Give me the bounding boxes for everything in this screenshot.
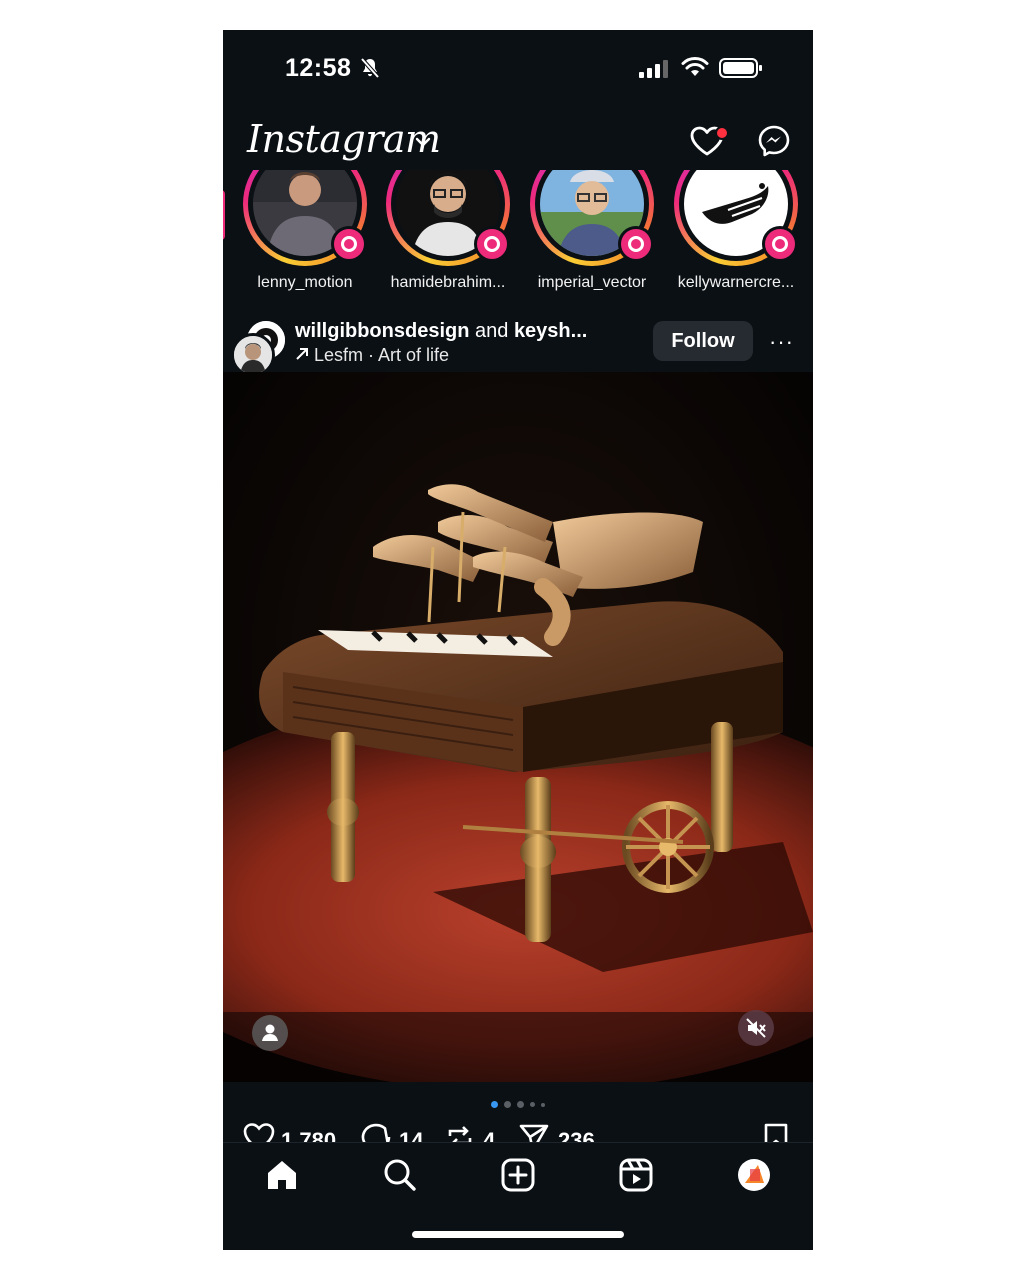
user-tag-icon[interactable]	[252, 1015, 288, 1051]
carousel-dot-active	[491, 1101, 498, 1109]
phone-screen: 12:58 Instagram lenny_motion hamidebrahi…	[223, 30, 813, 1250]
story-username: lenny_motion	[257, 274, 353, 291]
silent-bell-icon	[359, 57, 381, 84]
audio-link[interactable]: Lesfm · Art of life	[295, 345, 449, 366]
comment-count: 14	[399, 1128, 424, 1142]
search-icon[interactable]	[382, 1157, 418, 1198]
comment-icon	[361, 1123, 391, 1142]
share-action[interactable]: 236	[518, 1122, 595, 1142]
story-username: imperial_vector	[537, 274, 647, 291]
post-usernames[interactable]: willgibbonsdesign and keysh...	[295, 320, 587, 343]
post-username-secondary[interactable]: keysh...	[514, 320, 587, 342]
audio-label: Lesfm · Art of life	[314, 345, 450, 365]
carousel-indicator	[223, 1096, 813, 1109]
story-ring-partial[interactable]	[223, 190, 225, 240]
live-badge	[474, 226, 510, 262]
follow-button[interactable]: Follow	[653, 321, 753, 361]
post-actions: 1,780 14 4 236	[223, 1120, 813, 1142]
repost-count: 4	[483, 1128, 496, 1142]
share-count: 236	[558, 1128, 595, 1142]
reels-icon[interactable]	[618, 1157, 654, 1198]
wifi-icon	[681, 56, 709, 83]
more-options-icon[interactable]: ···	[769, 329, 794, 355]
carousel-dot	[541, 1102, 545, 1107]
post-header: willgibbonsdesign and keysh... Lesfm · A…	[223, 315, 813, 377]
app-header: Instagram	[223, 115, 813, 175]
post-image-piano	[223, 372, 813, 1082]
carousel-dot	[504, 1101, 511, 1109]
arrow-up-right-icon	[295, 345, 314, 365]
collab-avatars[interactable]	[231, 319, 287, 377]
chevron-down-icon[interactable]	[415, 135, 431, 153]
notification-dot	[715, 126, 729, 140]
repost-icon	[448, 1126, 472, 1142]
comment-action[interactable]: 14	[361, 1122, 423, 1142]
muted-speaker-icon[interactable]	[738, 1010, 774, 1046]
instagram-logo[interactable]: Instagram	[247, 117, 441, 161]
stories-tray: lenny_motion hamidebrahim... imperial_ve…	[223, 170, 813, 300]
post-username-connector: and	[469, 320, 514, 342]
profile-avatar-icon[interactable]	[736, 1157, 772, 1198]
like-count: 1,780	[281, 1128, 337, 1142]
post-username-primary[interactable]: willgibbonsdesign	[295, 320, 469, 342]
home-indicator	[412, 1231, 624, 1238]
save-action[interactable]	[763, 1122, 789, 1142]
heart-icon	[243, 1123, 275, 1142]
cellular-signal-icon	[639, 60, 671, 83]
messenger-icon[interactable]	[757, 124, 791, 163]
send-icon	[519, 1124, 549, 1142]
like-action[interactable]: 1,780	[243, 1122, 336, 1142]
live-badge	[618, 226, 654, 262]
repost-action[interactable]: 4	[445, 1122, 495, 1142]
bookmark-icon	[764, 1123, 788, 1142]
status-bar: 12:58	[223, 30, 813, 100]
home-icon[interactable]	[264, 1157, 300, 1198]
battery-icon	[719, 58, 763, 83]
clock: 12:58	[285, 54, 352, 82]
carousel-dot	[530, 1102, 535, 1108]
live-badge	[762, 226, 798, 262]
story-username: hamidebrahim...	[390, 274, 506, 291]
avatar	[231, 333, 275, 377]
carousel-dot	[517, 1101, 524, 1109]
create-post-icon[interactable]	[500, 1157, 536, 1198]
post-media[interactable]	[223, 372, 813, 1082]
live-badge	[331, 226, 367, 262]
story-username: kellywarnercre...	[677, 274, 795, 291]
